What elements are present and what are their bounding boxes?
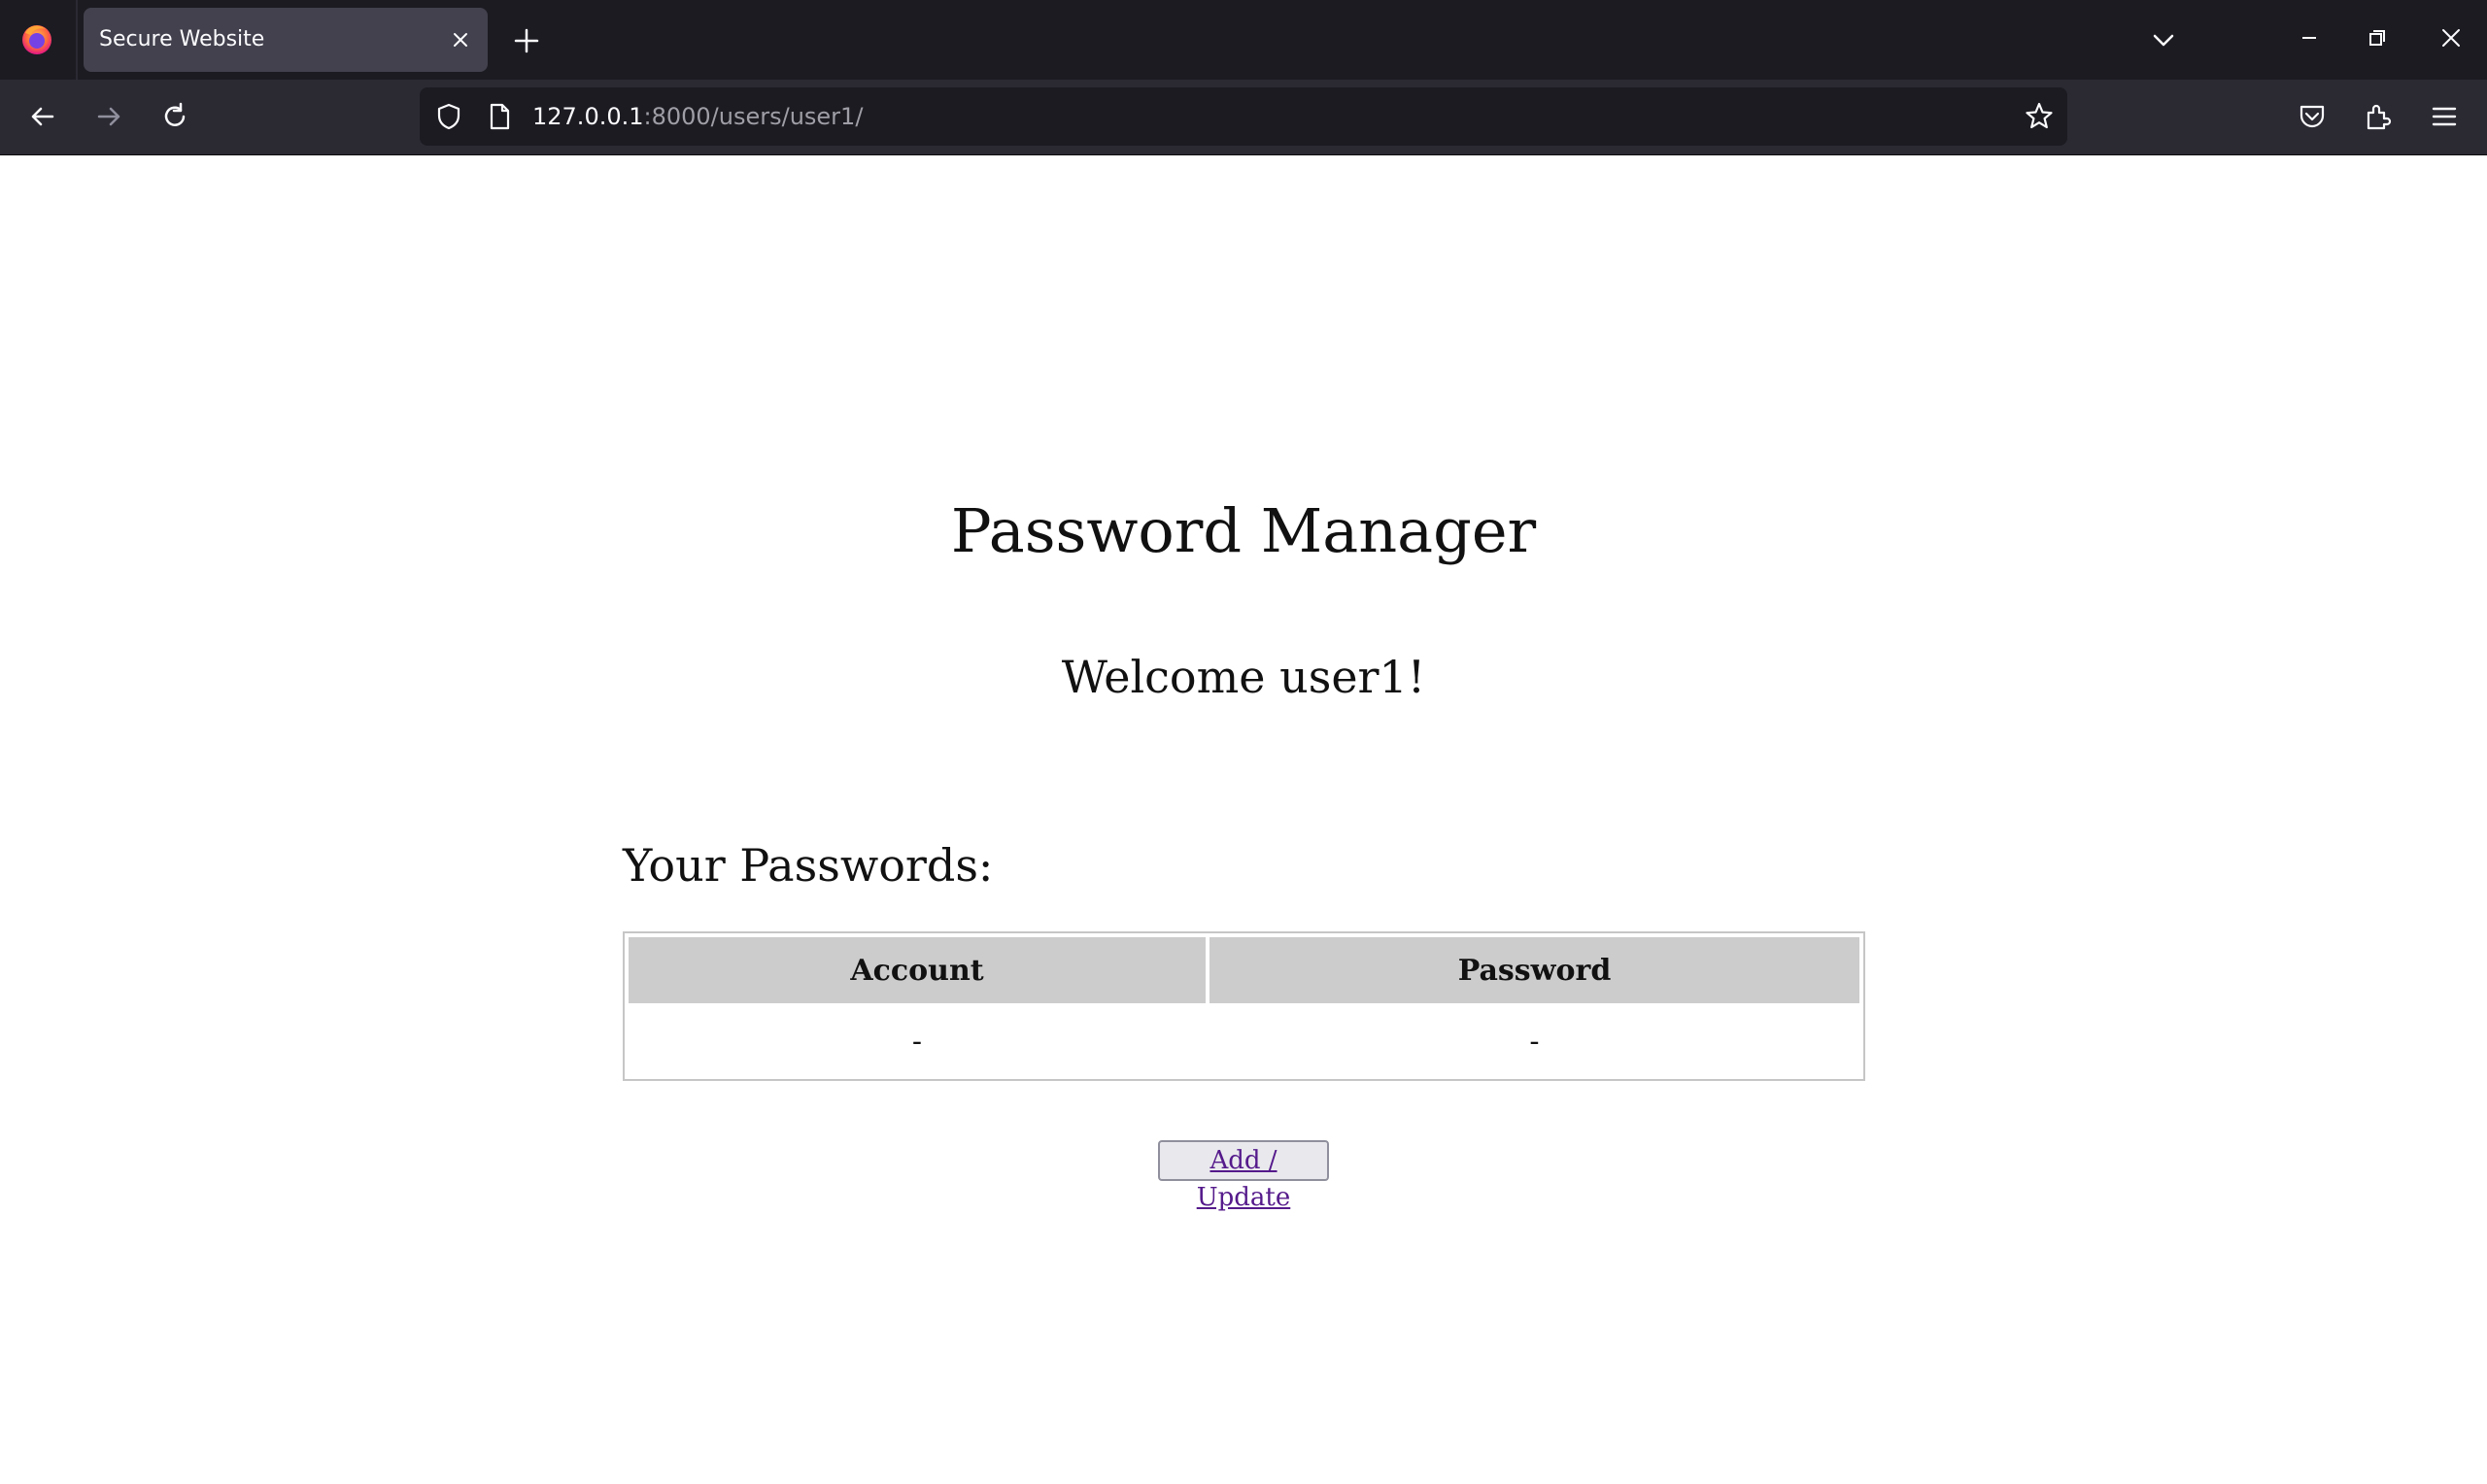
firefox-logo-icon[interactable] — [19, 21, 54, 56]
back-arrow-icon[interactable] — [25, 99, 60, 134]
restore-window-icon[interactable] — [2363, 23, 2392, 52]
new-tab-plus-icon[interactable] — [510, 24, 543, 57]
column-header-account: Account — [629, 937, 1206, 1003]
page-info-icon[interactable] — [484, 101, 515, 132]
welcome-message: Welcome user1! — [1061, 651, 1426, 703]
url-bar[interactable]: 127.0.0.1:8000/users/user1/ — [420, 87, 2067, 146]
url-text[interactable]: 127.0.0.1:8000/users/user1/ — [532, 87, 863, 146]
table-row: - - — [629, 1007, 1859, 1075]
reload-icon[interactable] — [157, 99, 192, 134]
passwords-section-heading: Your Passwords: — [623, 839, 994, 892]
page-title: Password Manager — [950, 495, 1537, 566]
table-header-row: Account Password — [629, 937, 1859, 1003]
hamburger-menu-icon[interactable] — [2427, 99, 2462, 134]
add-update-button[interactable]: Add / Update — [1158, 1140, 1329, 1212]
url-path: :8000/users/user1/ — [643, 103, 864, 130]
column-header-password: Password — [1209, 937, 1859, 1003]
account-cell: - — [911, 1024, 923, 1059]
navigation-toolbar: 127.0.0.1:8000/users/user1/ — [0, 80, 2487, 155]
list-all-tabs-chevron-down-icon[interactable] — [2147, 23, 2180, 56]
close-window-icon[interactable] — [2436, 23, 2466, 52]
password-cell: - — [1529, 1024, 1540, 1059]
url-host: 127.0.0.1 — [532, 103, 644, 130]
minimize-window-icon[interactable] — [2295, 23, 2324, 52]
tab-secure-website[interactable]: Secure Website — [84, 8, 488, 72]
passwords-table: Account Password - - — [623, 931, 1865, 1081]
page-content: Password Manager Welcome user1! Your Pas… — [0, 155, 2487, 1484]
bookmark-star-icon[interactable] — [2023, 100, 2056, 133]
pocket-icon[interactable] — [2295, 99, 2330, 134]
extensions-puzzle-icon[interactable] — [2361, 99, 2396, 134]
tab-bar: Secure Website — [0, 0, 2487, 80]
forward-arrow-icon[interactable] — [91, 99, 126, 134]
close-tab-icon[interactable] — [447, 26, 474, 53]
tab-title: Secure Website — [99, 27, 265, 51]
tab-separator — [76, 0, 78, 80]
tracking-protection-shield-icon[interactable] — [433, 101, 464, 132]
